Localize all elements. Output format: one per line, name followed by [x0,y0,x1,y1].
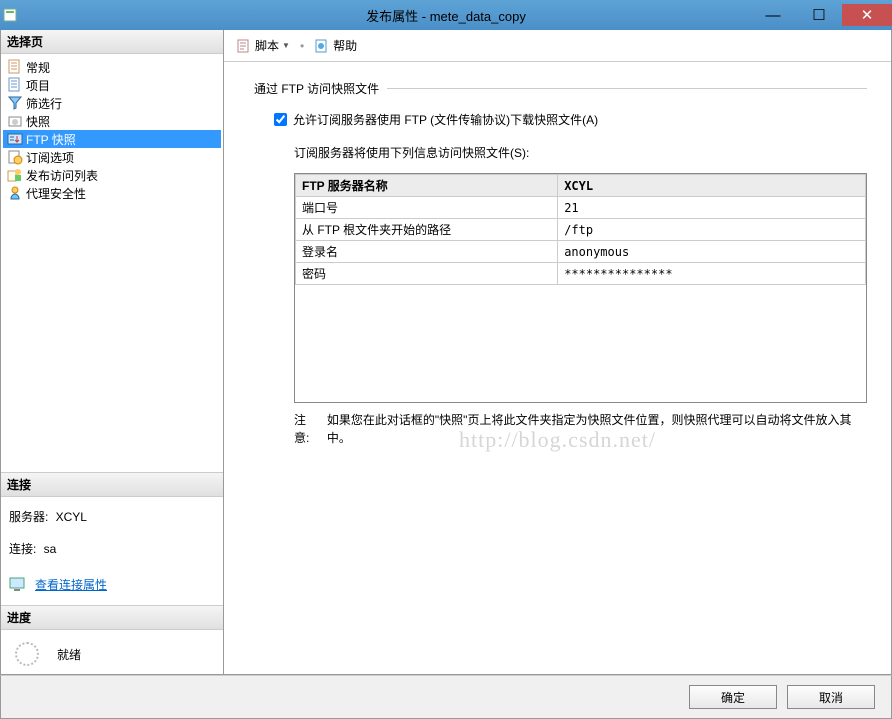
ftp-icon [7,131,23,147]
maximize-button[interactable]: ☐ [796,4,842,26]
server-row: 服务器: XCYL [9,505,215,529]
prop-value-cell[interactable]: 21 [558,197,866,219]
connection-header: 连接 [1,472,223,497]
tree-item[interactable]: 发布访问列表 [3,166,221,184]
progress-section: 就绪 [1,630,223,674]
prop-value-cell[interactable]: anonymous [558,241,866,263]
tree-item[interactable]: 项目 [3,76,221,94]
script-button[interactable]: 脚本 ▼ [232,35,294,56]
tree-item-label: 发布访问列表 [26,167,98,184]
tree-item-label: 快照 [26,113,50,130]
prop-name-cell: 登录名 [296,241,558,263]
close-button[interactable]: ✕ [842,4,892,26]
tree-item-label: 筛选行 [26,95,62,112]
server-label: 服务器: [9,510,48,524]
script-icon [236,38,252,54]
tree-item-label: 项目 [26,77,50,94]
view-connection-props-link[interactable]: 查看连接属性 [35,573,107,597]
help-label: 帮助 [333,37,357,54]
ftp-grid[interactable]: FTP 服务器名称XCYL端口号21从 FTP 根文件夹开始的路径/ftp登录名… [294,173,867,403]
connection-row: 连接: sa [9,537,215,561]
tree-item[interactable]: 常规 [3,58,221,76]
tree-item[interactable]: 代理安全性 [3,184,221,202]
table-row[interactable]: 端口号21 [296,197,866,219]
tree-item-label: 代理安全性 [26,185,86,202]
app-icon [0,0,22,30]
table-row[interactable]: 密码*************** [296,263,866,285]
spinner-icon [15,642,39,666]
toolbar: 脚本 ▼ • 帮助 [224,30,891,62]
prop-name-cell: 密码 [296,263,558,285]
script-label: 脚本 [255,37,279,54]
content-area: 通过 FTP 访问快照文件 允许订阅服务器使用 FTP (文件传输协议)下载快照… [224,62,891,674]
ok-button[interactable]: 确定 [689,685,777,709]
window-controls: — ☐ ✕ [750,4,892,26]
chevron-down-icon: ▼ [282,41,290,50]
table-row[interactable]: 从 FTP 根文件夹开始的路径/ftp [296,219,866,241]
help-button[interactable]: 帮助 [310,35,361,56]
prop-name-cell: FTP 服务器名称 [296,175,558,197]
minimize-button[interactable]: — [750,4,796,26]
conn-label: 连接: [9,542,36,556]
progress-header: 进度 [1,605,223,630]
tree-item[interactable]: 筛选行 [3,94,221,112]
connection-section: 服务器: XCYL 连接: sa 查看连接属性 [1,497,223,605]
snapshot-icon [7,113,23,129]
tree-item-label: 订阅选项 [26,149,74,166]
note-row: 注意: 如果您在此对话框的"快照"页上将此文件夹指定为快照文件位置，则快照代理可… [294,411,867,447]
cancel-button[interactable]: 取消 [787,685,875,709]
nav-tree: 常规项目筛选行快照FTP 快照订阅选项发布访问列表代理安全性 [1,54,223,206]
help-icon [314,38,330,54]
view-props-row: 查看连接属性 [9,573,215,597]
tree-item[interactable]: 订阅选项 [3,148,221,166]
options-icon [7,149,23,165]
tree-item-label: FTP 快照 [26,131,76,148]
group-title: 通过 FTP 访问快照文件 [254,80,379,97]
allow-ftp-checkbox[interactable] [274,113,287,126]
allow-ftp-row: 允许订阅服务器使用 FTP (文件传输协议)下载快照文件(A) [274,111,867,128]
sheet-blue-icon [7,77,23,93]
sheet-icon [7,59,23,75]
prop-value-cell[interactable]: /ftp [558,219,866,241]
titlebar: 发布属性 - mete_data_copy — ☐ ✕ [0,0,892,30]
window-title: 发布属性 - mete_data_copy [366,6,526,25]
footer: 确定 取消 [0,675,892,719]
note-text: 如果您在此对话框的"快照"页上将此文件夹指定为快照文件位置，则快照代理可以自动将… [327,411,867,447]
tree-item-label: 常规 [26,59,50,76]
table-row[interactable]: FTP 服务器名称XCYL [296,175,866,197]
progress-status: 就绪 [57,646,81,663]
tree-item[interactable]: 快照 [3,112,221,130]
select-page-header: 选择页 [1,30,223,54]
allow-ftp-label[interactable]: 允许订阅服务器使用 FTP (文件传输协议)下载快照文件(A) [293,111,598,128]
tree-item[interactable]: FTP 快照 [3,130,221,148]
filter-icon [7,95,23,111]
prop-name-cell: 从 FTP 根文件夹开始的路径 [296,219,558,241]
server-value: XCYL [56,510,87,524]
security-icon [7,185,23,201]
prop-name-cell: 端口号 [296,197,558,219]
prop-value-cell[interactable]: XCYL [558,175,866,197]
prop-value-cell[interactable]: *************** [558,263,866,285]
note-label: 注意: [294,411,321,447]
toolbar-separator: • [300,39,304,53]
table-row[interactable]: 登录名anonymous [296,241,866,263]
left-panel: 选择页 常规项目筛选行快照FTP 快照订阅选项发布访问列表代理安全性 连接 服务… [1,30,224,674]
group-title-row: 通过 FTP 访问快照文件 [254,80,867,97]
divider-line [387,88,867,89]
conn-value: sa [44,542,57,556]
info-text: 订阅服务器将使用下列信息访问快照文件(S): [294,144,867,161]
right-panel: 脚本 ▼ • 帮助 通过 FTP 访问快照文件 允许订阅服务器使用 FTP (文… [224,30,891,674]
access-icon [7,167,23,183]
monitor-icon [9,577,29,593]
ftp-table: FTP 服务器名称XCYL端口号21从 FTP 根文件夹开始的路径/ftp登录名… [295,174,866,285]
